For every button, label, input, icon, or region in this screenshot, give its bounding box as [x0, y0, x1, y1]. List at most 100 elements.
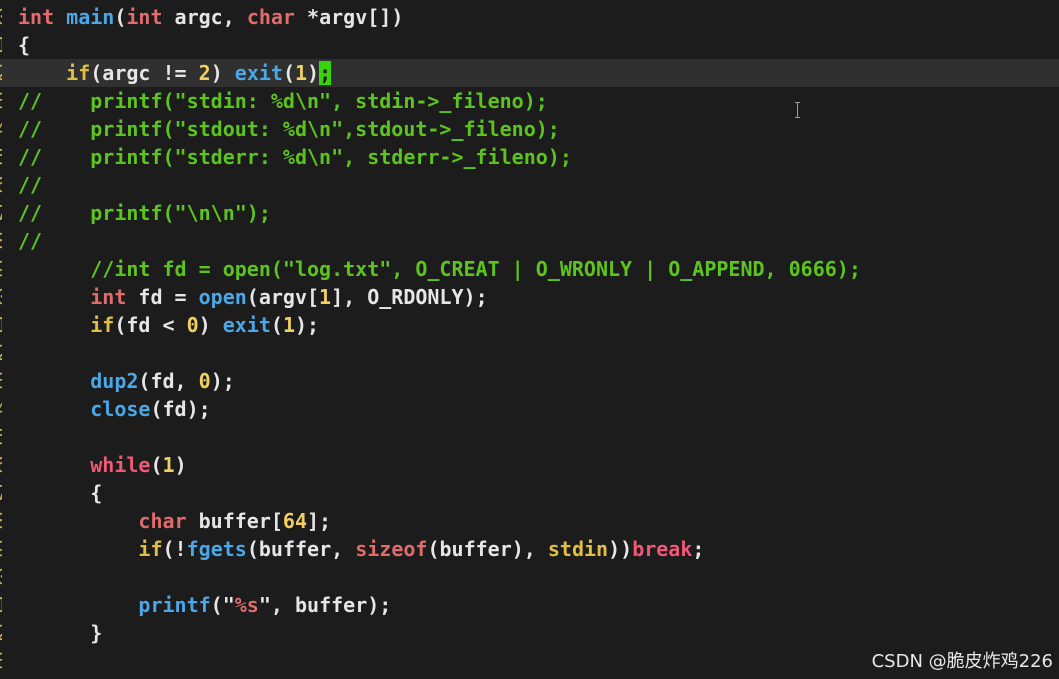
code-line[interactable]: 0 int fd = open(argv[1], O_RDONLY); [0, 283, 1059, 311]
code-line[interactable]: 6 while(1) [0, 451, 1059, 479]
code-line[interactable]: 4 // printf("stdout: %d\n",stdout->_filen… [0, 115, 1059, 143]
code-token: // [18, 229, 43, 253]
code-line[interactable]: 2 if(argc != 2) exit(1); [0, 59, 1059, 87]
line-number: 1 [0, 591, 2, 619]
code-token: ) [198, 313, 223, 337]
code-line[interactable]: 7 { [0, 479, 1059, 507]
text-cursor-icon [795, 102, 803, 118]
code-token: fd = [126, 285, 199, 309]
line-number: 2 [0, 339, 2, 367]
line-number: 5 [0, 143, 2, 171]
code-text: int main(int argc, char *argv[]) [18, 3, 403, 31]
code-token: // [18, 173, 43, 197]
code-token: (argv[ [246, 285, 320, 309]
code-line[interactable]: 7 // printf("\n\n"); [0, 199, 1059, 227]
code-token: // printf("stdin: %d\n", stdin->_fileno)… [18, 89, 548, 113]
code-token: if [66, 61, 91, 85]
code-token: (buffer, [246, 537, 356, 561]
code-text: if(fd < 0) exit(1); [18, 311, 319, 339]
code-token: 1 [162, 453, 175, 477]
code-token: (fd); [150, 397, 211, 421]
code-token: // printf("stderr: %d\n", stderr->_filen… [18, 145, 572, 169]
code-text: while(1) [18, 451, 187, 479]
code-line[interactable]: 4 close(fd); [0, 395, 1059, 423]
code-editor[interactable]: 32 }1 printf("%s", buffer);09 if(!fgets(… [0, 0, 1059, 679]
code-token: dup2 [90, 369, 139, 393]
code-token: stdin [547, 537, 609, 561]
line-number: 4 [0, 115, 2, 143]
code-line[interactable]: 5 [0, 423, 1059, 451]
code-token: } [18, 621, 103, 645]
code-token: ) [174, 453, 187, 477]
code-token: 2 [198, 61, 211, 85]
line-number: 0 [0, 283, 2, 311]
code-line[interactable]: 2 } [0, 619, 1059, 647]
code-text: if(argc != 2) exit(1); [18, 59, 332, 87]
code-text: { [18, 479, 102, 507]
code-text: printf("%s", buffer); [18, 591, 391, 619]
code-line[interactable]: 8 // [0, 227, 1059, 255]
code-line[interactable]: 9 if(!fgets(buffer, sizeof(buffer), stdi… [0, 535, 1059, 563]
code-token: int [90, 285, 127, 309]
line-number: 5 [0, 423, 2, 451]
line-number: 1 [0, 31, 2, 59]
text-caret: ; [319, 61, 332, 85]
code-text: { [18, 31, 30, 59]
line-number: 0 [0, 563, 2, 591]
line-number: 9 [0, 255, 2, 283]
code-token: argc, [162, 5, 247, 29]
code-token: main [66, 5, 115, 29]
watermark: CSDN @脆皮炸鸡226 [871, 651, 1053, 672]
code-line[interactable]: 8 char buffer[64]; [0, 507, 1059, 535]
code-token: 64 [282, 509, 308, 533]
code-token: char [138, 509, 187, 533]
code-token: 1 [282, 313, 295, 337]
code-token: while [90, 453, 151, 477]
code-line[interactable]: 3 // printf("stdin: %d\n", stdin->_fileno… [0, 87, 1059, 115]
code-line[interactable]: 1 printf("%s", buffer); [0, 591, 1059, 619]
code-line[interactable]: 1 if(fd < 0) exit(1); [0, 311, 1059, 339]
code-token: (fd, [138, 369, 199, 393]
code-token: close [90, 397, 151, 421]
code-token: // printf("stdout: %d\n",stdout->_fileno… [18, 117, 560, 141]
code-token: printf [138, 593, 211, 617]
line-number: 7 [0, 199, 2, 227]
code-token: )) [608, 537, 633, 561]
code-token: { [18, 481, 103, 505]
code-token: //int fd = open("log.txt", O_CREAT | O_W… [18, 257, 861, 281]
code-token: ; [692, 537, 705, 561]
code-token: (! [162, 537, 187, 561]
code-token: exit [234, 61, 283, 85]
code-text: // printf("stdout: %d\n",stdout->_fileno… [18, 115, 560, 143]
code-token: ( [150, 453, 163, 477]
code-line[interactable]: 9 //int fd = open("log.txt", O_CREAT | O… [0, 255, 1059, 283]
code-token: if [90, 313, 115, 337]
code-line[interactable]: 0 [0, 563, 1059, 591]
code-line[interactable]: 5 // printf("stderr: %d\n", stderr->_file… [0, 143, 1059, 171]
line-number: 2 [0, 59, 2, 87]
code-token: ); [295, 313, 320, 337]
code-text: // printf("\n\n"); [18, 199, 271, 227]
code-line[interactable]: 6 // [0, 171, 1059, 199]
code-line[interactable]: 2 [0, 339, 1059, 367]
code-text: } [18, 619, 102, 647]
code-token: ) [307, 61, 320, 85]
code-token: *argv[]) [294, 5, 404, 29]
line-number: 2 [0, 619, 2, 647]
code-token: ( [282, 61, 295, 85]
code-line[interactable]: 1{ [0, 31, 1059, 59]
code-text: // printf("stdin: %d\n", stdin->_fileno)… [18, 87, 548, 115]
code-line[interactable]: 0int main(int argc, char *argv[]) [0, 3, 1059, 31]
code-token: { [18, 33, 31, 57]
line-number: 8 [0, 507, 2, 535]
code-line[interactable]: 3 dup2(fd, 0); [0, 367, 1059, 395]
code-token: ", buffer); [258, 593, 392, 617]
code-token: exit [222, 313, 271, 337]
